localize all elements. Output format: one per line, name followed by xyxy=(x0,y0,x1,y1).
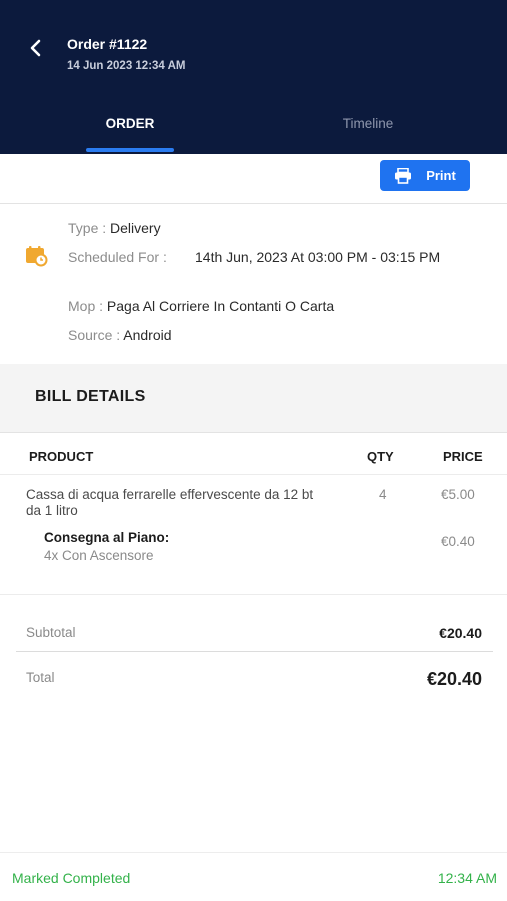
scheduled-label: Scheduled For : xyxy=(68,247,167,267)
product-qty: 4 xyxy=(379,487,387,502)
order-title: Order #1122 xyxy=(67,36,148,52)
total-value: €20.40 xyxy=(426,669,482,689)
calendar-clock-icon xyxy=(25,245,49,267)
chevron-left-icon xyxy=(30,39,41,57)
printer-icon xyxy=(395,167,412,184)
active-tab-indicator xyxy=(86,148,174,152)
mop-label: Mop : xyxy=(68,298,104,314)
mop-row: Mop : Paga Al Corriere In Contanti O Car… xyxy=(68,296,334,316)
print-label: Print xyxy=(426,168,456,183)
divider xyxy=(0,474,507,475)
order-status: Marked Completed xyxy=(12,870,131,886)
bill-details-header: BILL DETAILS xyxy=(0,364,507,432)
addon-price: €0.40 xyxy=(441,534,475,549)
source-label: Source : xyxy=(68,327,121,343)
mop-value: Paga Al Corriere In Contanti O Carta xyxy=(106,298,335,314)
scheduled-value: 14th Jun, 2023 At 03:00 PM - 03:15 PM xyxy=(195,249,441,265)
type-label: Type : xyxy=(68,220,107,236)
type-value: Delivery xyxy=(110,220,161,236)
tab-timeline[interactable]: Timeline xyxy=(298,116,438,131)
column-header-product: PRODUCT xyxy=(29,449,94,464)
back-button[interactable] xyxy=(24,36,48,60)
status-time: 12:34 AM xyxy=(437,870,497,886)
total-label: Total xyxy=(26,670,55,685)
subtotal-value: €20.40 xyxy=(439,625,482,641)
divider xyxy=(0,432,507,433)
product-price: €5.00 xyxy=(441,487,475,502)
source-row: Source : Android xyxy=(68,325,172,345)
app-header: Order #1122 14 Jun 2023 12:34 AM ORDER T… xyxy=(0,0,507,154)
column-header-price: PRICE xyxy=(443,449,483,464)
order-type-row: Type : Delivery xyxy=(68,218,161,238)
divider xyxy=(16,651,493,652)
divider xyxy=(0,594,507,595)
print-button[interactable]: Print xyxy=(380,160,470,191)
divider xyxy=(0,203,507,204)
scheduled-label-text: Scheduled For : xyxy=(68,249,167,265)
addon-title: Consegna al Piano: xyxy=(44,530,170,545)
source-value: Android xyxy=(123,327,172,343)
order-datetime: 14 Jun 2023 12:34 AM xyxy=(67,60,186,72)
status-footer: Marked Completed 12:34 AM xyxy=(0,852,507,901)
subtotal-label: Subtotal xyxy=(26,625,76,640)
bill-details-title: BILL DETAILS xyxy=(35,388,146,405)
product-name: Cassa di acqua ferrarelle effervescente … xyxy=(26,487,314,518)
column-header-qty: QTY xyxy=(367,449,394,464)
tab-order[interactable]: ORDER xyxy=(60,116,200,131)
addon-value: 4x Con Ascensore xyxy=(44,548,154,563)
